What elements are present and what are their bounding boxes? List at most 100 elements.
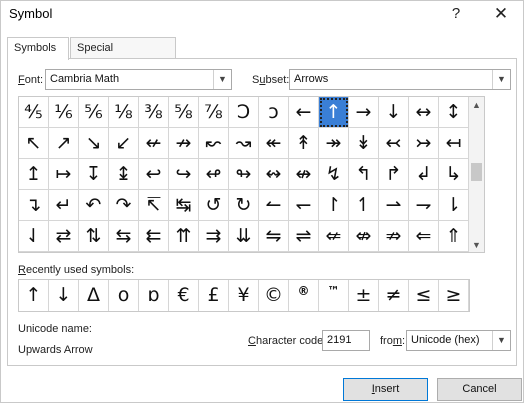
symbol-cell[interactable]: ⅙ xyxy=(49,97,79,128)
symbol-cell[interactable]: ↸ xyxy=(139,190,169,221)
symbol-cell[interactable]: ↤ xyxy=(439,128,469,159)
recent-symbol-cell[interactable]: Δ xyxy=(79,280,109,311)
recent-symbol-cell[interactable]: ¥ xyxy=(229,280,259,311)
symbol-cell[interactable]: ⇀ xyxy=(379,190,409,221)
recent-symbol-cell[interactable]: ® xyxy=(289,280,319,311)
symbol-cell[interactable]: ↩ xyxy=(139,159,169,190)
symbol-cell[interactable]: ↓ xyxy=(379,97,409,128)
symbol-cell[interactable]: → xyxy=(349,97,379,128)
symbol-cell[interactable]: ↄ xyxy=(259,97,289,128)
help-icon[interactable]: ? xyxy=(441,3,471,25)
symbol-cell[interactable]: ↗ xyxy=(49,128,79,159)
symbol-cell[interactable]: ↕ xyxy=(439,97,469,128)
symbol-cell[interactable]: ⇑ xyxy=(439,221,469,252)
symbol-cell[interactable]: ↴ xyxy=(19,190,49,221)
symbol-cell[interactable]: ⇇ xyxy=(139,221,169,252)
recent-symbol-cell[interactable]: ɒ xyxy=(139,280,169,311)
symbol-cell[interactable]: ↷ xyxy=(109,190,139,221)
scroll-down-icon[interactable]: ▼ xyxy=(469,238,484,252)
symbol-cell[interactable]: ↶ xyxy=(79,190,109,221)
symbol-cell[interactable]: ↹ xyxy=(169,190,199,221)
symbol-cell[interactable]: ↫ xyxy=(199,159,229,190)
symbol-cell[interactable]: ⇂ xyxy=(439,190,469,221)
symbol-cell[interactable]: ↲ xyxy=(409,159,439,190)
symbol-cell[interactable]: ↠ xyxy=(319,128,349,159)
symbol-cell[interactable]: ↰ xyxy=(349,159,379,190)
symbol-cell[interactable]: ↞ xyxy=(259,128,289,159)
symbol-cell[interactable]: ↨ xyxy=(109,159,139,190)
font-select[interactable]: Cambria Math ▼ xyxy=(45,69,232,90)
symbol-cell[interactable]: ← xyxy=(289,97,319,128)
scroll-up-icon[interactable]: ▲ xyxy=(469,98,484,112)
close-icon[interactable]: ✕ xyxy=(486,3,516,25)
symbol-grid-scrollbar[interactable]: ▲ ▼ xyxy=(469,96,485,253)
symbol-cell[interactable]: ⅚ xyxy=(79,97,109,128)
symbol-cell[interactable]: ↬ xyxy=(229,159,259,190)
recent-symbol-cell[interactable]: ≠ xyxy=(379,280,409,311)
symbol-cell[interactable]: ⅞ xyxy=(199,97,229,128)
chevron-down-icon[interactable]: ▼ xyxy=(492,331,510,350)
recent-symbol-cell[interactable]: ™ xyxy=(319,280,349,311)
symbol-cell[interactable]: ↽ xyxy=(289,190,319,221)
symbol-cell[interactable]: ↵ xyxy=(49,190,79,221)
cancel-button[interactable]: Cancel xyxy=(437,378,522,401)
character-code-input[interactable]: 2191 xyxy=(322,330,370,351)
recent-symbol-cell[interactable]: ↓ xyxy=(49,280,79,311)
symbol-cell[interactable]: ⇉ xyxy=(199,221,229,252)
symbol-cell[interactable]: Ↄ xyxy=(229,97,259,128)
symbol-cell[interactable]: ↥ xyxy=(19,159,49,190)
tab-special-characters[interactable]: Special Characters xyxy=(70,37,176,74)
symbol-cell[interactable]: ⅘ xyxy=(19,97,49,128)
symbol-cell[interactable]: ⇆ xyxy=(109,221,139,252)
symbol-cell[interactable]: ↘ xyxy=(79,128,109,159)
symbol-cell[interactable]: ↮ xyxy=(289,159,319,190)
symbol-cell[interactable]: ⅛ xyxy=(109,97,139,128)
tab-symbols[interactable]: Symbols xyxy=(7,37,69,60)
symbol-cell[interactable]: ⇊ xyxy=(229,221,259,252)
recent-symbol-cell[interactable]: ≤ xyxy=(409,280,439,311)
scrollbar-thumb[interactable] xyxy=(471,163,482,181)
from-select[interactable]: Unicode (hex) ▼ xyxy=(406,330,511,351)
recent-symbol-cell[interactable]: € xyxy=(169,280,199,311)
symbol-cell[interactable]: ⇐ xyxy=(409,221,439,252)
symbol-cell[interactable]: ↧ xyxy=(79,159,109,190)
symbol-cell[interactable]: ↪ xyxy=(169,159,199,190)
recent-symbol-cell[interactable]: ≥ xyxy=(439,280,469,311)
symbol-cell[interactable]: ⇁ xyxy=(409,190,439,221)
symbol-cell[interactable]: ↟ xyxy=(289,128,319,159)
symbol-cell[interactable]: ↙ xyxy=(109,128,139,159)
symbol-cell[interactable]: ⇍ xyxy=(319,221,349,252)
symbol-cell[interactable]: ⇋ xyxy=(259,221,289,252)
chevron-down-icon[interactable]: ▼ xyxy=(213,70,231,89)
symbol-cell[interactable]: ↦ xyxy=(49,159,79,190)
recent-symbol-cell[interactable]: © xyxy=(259,280,289,311)
symbol-cell[interactable]: ↱ xyxy=(379,159,409,190)
symbol-cell[interactable]: ↖ xyxy=(19,128,49,159)
symbol-cell[interactable]: ↳ xyxy=(439,159,469,190)
symbol-cell[interactable]: ↢ xyxy=(379,128,409,159)
symbol-cell[interactable]: ↛ xyxy=(169,128,199,159)
symbol-cell[interactable]: ↑ xyxy=(319,97,349,128)
symbol-cell[interactable]: ↜ xyxy=(199,128,229,159)
symbol-cell[interactable]: ⇌ xyxy=(289,221,319,252)
symbol-cell[interactable]: ⅝ xyxy=(169,97,199,128)
recent-symbol-cell[interactable]: o xyxy=(109,280,139,311)
recent-symbol-cell[interactable]: ↑ xyxy=(19,280,49,311)
symbol-cell[interactable]: ⇏ xyxy=(379,221,409,252)
recent-symbol-cell[interactable]: £ xyxy=(199,280,229,311)
subset-select[interactable]: Arrows ▼ xyxy=(289,69,511,90)
insert-button[interactable]: Insert xyxy=(343,378,428,401)
symbol-cell[interactable]: ↿ xyxy=(349,190,379,221)
symbol-cell[interactable]: ⅜ xyxy=(139,97,169,128)
symbol-cell[interactable]: ⇃ xyxy=(19,221,49,252)
symbol-cell[interactable]: ↔ xyxy=(409,97,439,128)
symbol-cell[interactable]: ↯ xyxy=(319,159,349,190)
symbol-cell[interactable]: ⇄ xyxy=(49,221,79,252)
symbol-cell[interactable]: ↡ xyxy=(349,128,379,159)
symbol-cell[interactable]: ↭ xyxy=(259,159,289,190)
symbol-cell[interactable]: ↻ xyxy=(229,190,259,221)
symbol-cell[interactable]: ↣ xyxy=(409,128,439,159)
recent-symbol-cell[interactable]: ± xyxy=(349,280,379,311)
symbol-cell[interactable]: ⇎ xyxy=(349,221,379,252)
symbol-cell[interactable]: ⇅ xyxy=(79,221,109,252)
